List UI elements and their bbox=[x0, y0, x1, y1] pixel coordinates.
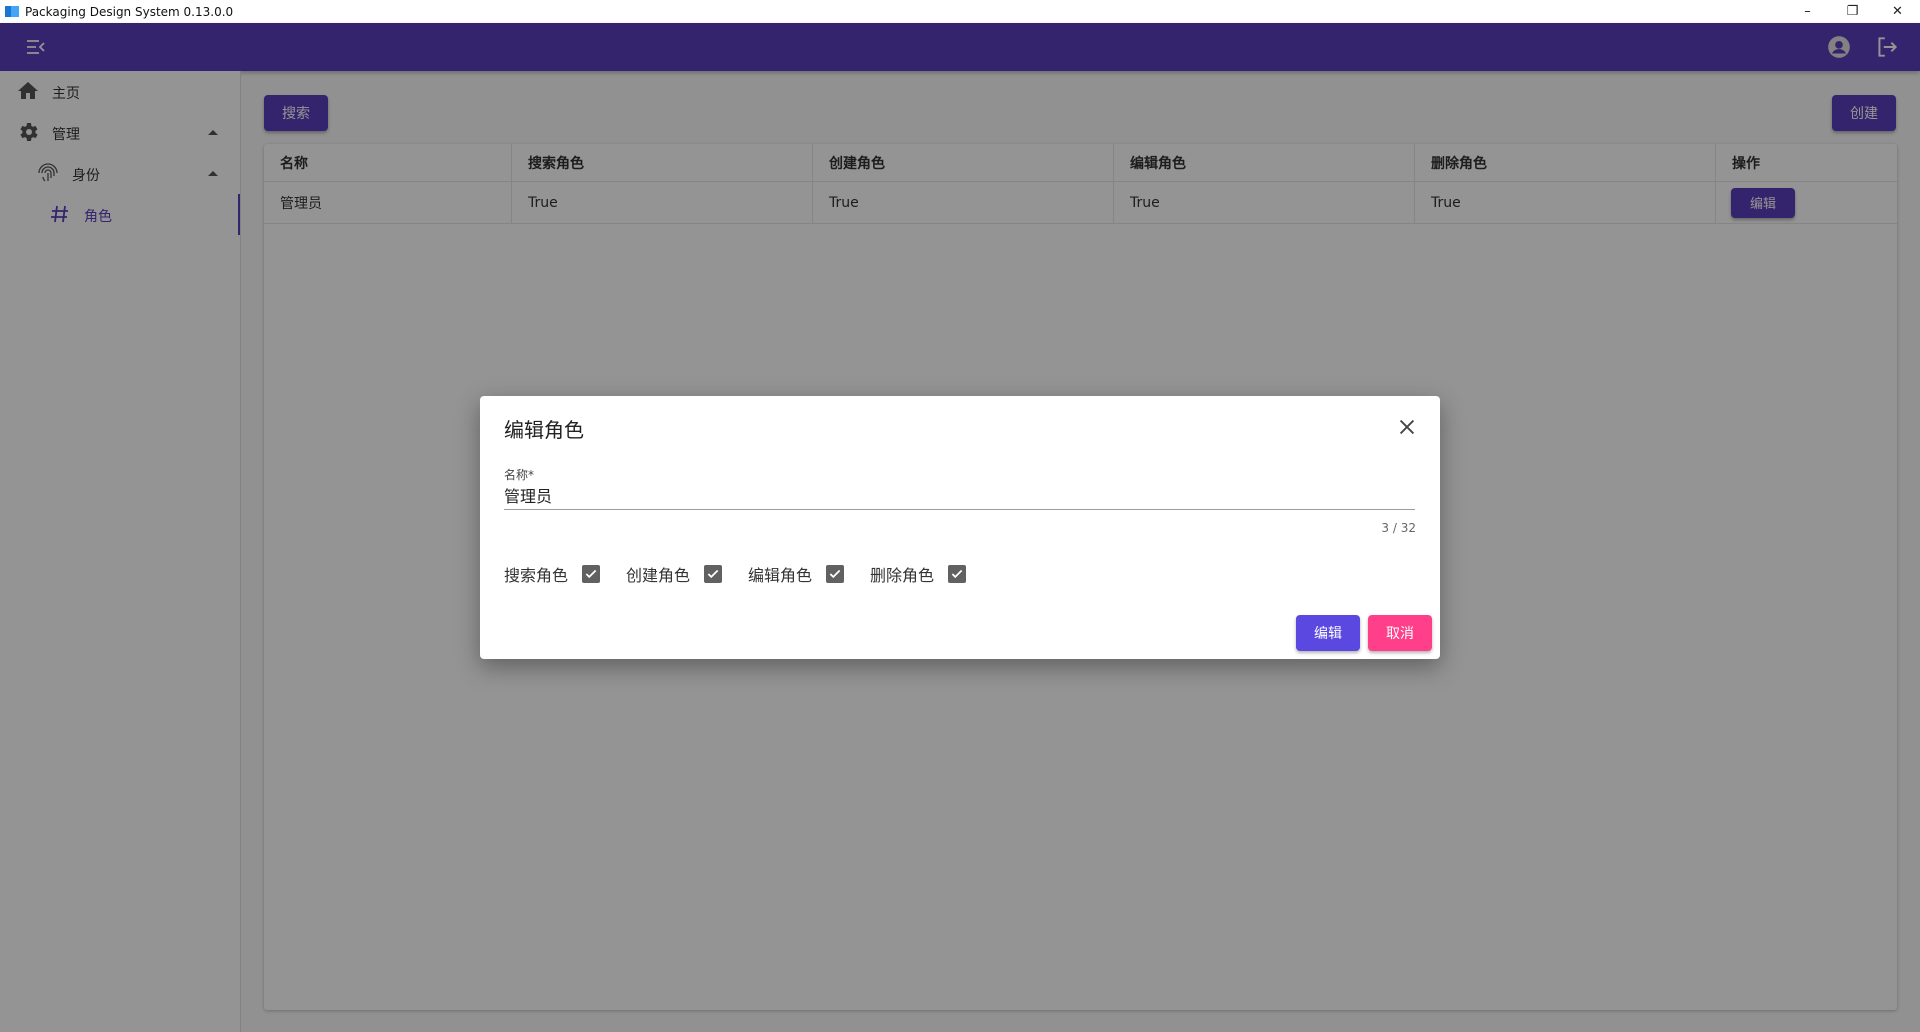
app-icon bbox=[5, 6, 19, 17]
minimize-button[interactable]: – bbox=[1785, 0, 1830, 23]
window-controls: – ❐ ✕ bbox=[1785, 0, 1920, 23]
close-icon[interactable] bbox=[1396, 416, 1418, 438]
window-titlebar: Packaging Design System 0.13.0.0 – ❐ ✕ bbox=[0, 0, 1920, 23]
check-edit-role[interactable]: 编辑角色 bbox=[748, 562, 845, 586]
modal-backdrop-top bbox=[0, 23, 1920, 71]
checkbox-checked[interactable] bbox=[704, 565, 723, 583]
edit-role-dialog: 编辑角色 名称* 3 / 32 搜索角色 创建角色 编辑角色 删除角色 bbox=[480, 396, 1440, 659]
name-field[interactable] bbox=[504, 480, 1415, 510]
check-label: 搜索角色 bbox=[504, 566, 569, 585]
checkbox-checked[interactable] bbox=[826, 565, 845, 583]
cancel-button[interactable]: 取消 bbox=[1368, 615, 1432, 651]
char-counter: 3 / 32 bbox=[1381, 521, 1416, 535]
restore-button[interactable]: ❐ bbox=[1830, 0, 1875, 23]
check-label: 删除角色 bbox=[870, 566, 935, 585]
close-window-button[interactable]: ✕ bbox=[1875, 0, 1920, 23]
check-create-role[interactable]: 创建角色 bbox=[626, 562, 723, 586]
check-delete-role[interactable]: 删除角色 bbox=[870, 562, 967, 586]
permission-checkboxes: 搜索角色 创建角色 编辑角色 删除角色 bbox=[504, 562, 992, 586]
confirm-edit-button[interactable]: 编辑 bbox=[1296, 615, 1360, 651]
check-label: 编辑角色 bbox=[748, 566, 813, 585]
dialog-actions: 编辑 取消 bbox=[1296, 615, 1432, 651]
check-label: 创建角色 bbox=[626, 566, 691, 585]
check-search-role[interactable]: 搜索角色 bbox=[504, 562, 601, 586]
dialog-title: 编辑角色 bbox=[504, 418, 584, 442]
checkbox-checked[interactable] bbox=[582, 565, 601, 583]
checkbox-checked[interactable] bbox=[948, 565, 967, 583]
window-title: Packaging Design System 0.13.0.0 bbox=[25, 4, 234, 19]
